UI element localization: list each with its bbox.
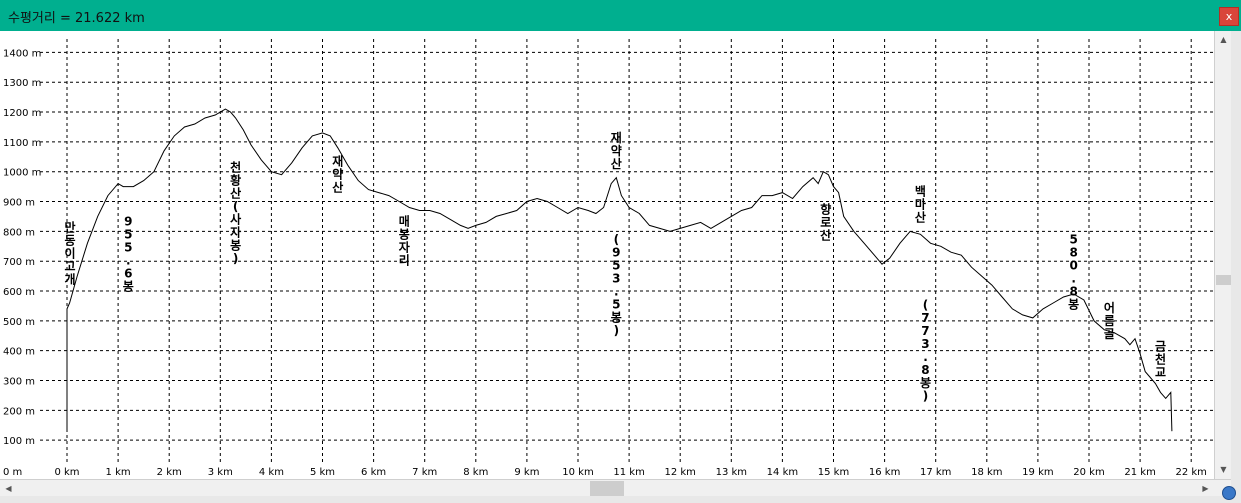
x-tick-label: 2 km (157, 467, 182, 478)
peak-annotation: 어름골 (1104, 300, 1115, 341)
x-tick-label: 13 km (716, 467, 747, 478)
close-button[interactable]: x (1219, 7, 1239, 26)
y-tick-label: 100 m (3, 436, 35, 447)
y-tick-label: 1400 m (3, 48, 41, 59)
x-tick-label: 20 km (1073, 467, 1104, 478)
peak-annotation: 재약산 (332, 155, 343, 195)
x-tick-label: 0 km (54, 467, 79, 478)
x-tick-label: 15 km (818, 467, 849, 478)
x-tick-label: 6 km (361, 467, 386, 478)
x-tick-label: 1 km (106, 467, 131, 478)
peak-annotation: 955.6봉 (123, 214, 134, 293)
y-tick-label: 1300 m (3, 78, 41, 89)
x-tick-label: 4 km (259, 467, 284, 478)
y-tick-label: 300 m (3, 377, 35, 388)
peak-annotation: 천 황 산(사 자 봉) (230, 160, 241, 266)
horizontal-scroll-thumb[interactable] (590, 481, 624, 496)
y-tick-label: 1100 m (3, 138, 41, 149)
origin-label: 0 m (3, 467, 22, 478)
window-titlebar: 수평거리 = 21.622 km x (0, 0, 1241, 31)
window-title: 수평거리 = 21.622 km (8, 11, 145, 26)
peak-annotation: 만동이고개 (65, 219, 76, 286)
x-tick-label: 19 km (1022, 467, 1053, 478)
x-tick-label: 14 km (767, 467, 798, 478)
scroll-right-icon[interactable]: ▶ (1198, 481, 1213, 496)
peak-annotation: 재약산 (611, 131, 622, 171)
x-tick-label: 16 km (869, 467, 900, 478)
x-tick-label: 5 km (310, 467, 335, 478)
y-tick-label: 900 m (3, 198, 35, 209)
peak-annotation: 금천교 (1155, 340, 1166, 380)
window-right-edge (1231, 31, 1241, 503)
y-tick-label: 600 m (3, 287, 35, 298)
x-tick-label: 8 km (463, 467, 488, 478)
y-tick-label: 800 m (3, 227, 35, 238)
x-tick-label: 10 km (562, 467, 593, 478)
x-tick-label: 12 km (664, 467, 695, 478)
y-tick-label: 500 m (3, 317, 35, 328)
x-tick-label: 17 km (920, 467, 951, 478)
y-tick-label: 1000 m (3, 168, 41, 179)
elevation-chart-svg: 0 km 1 km 2 km 3 km 4 km 5 km 6 km 7 km 8 km 9 km… (3, 39, 1214, 478)
y-tick-label: 700 m (3, 257, 35, 268)
x-tick-label: 21 km (1124, 467, 1155, 478)
y-tick-label: 200 m (3, 406, 35, 417)
peak-annotation: 580.8봉 (1068, 232, 1079, 311)
window-bottom-edge (0, 496, 1231, 503)
x-tick-label: 11 km (613, 467, 644, 478)
x-tick-label: 7 km (412, 467, 437, 478)
scroll-up-icon[interactable]: ▲ (1216, 32, 1231, 47)
peak-annotation: (7 7 3. 8 봉) (920, 298, 931, 403)
scroll-left-icon[interactable]: ◀ (1, 481, 16, 496)
x-tick-label: 3 km (208, 467, 233, 478)
y-tick-label: 400 m (3, 347, 35, 358)
horizontal-scrollbar[interactable]: ◀ ▶ (0, 479, 1231, 497)
peak-annotation: 매봉자리 (399, 213, 410, 267)
x-tick-label: 22 km (1175, 467, 1206, 478)
vertical-scroll-thumb[interactable] (1216, 275, 1231, 285)
peak-annotation: 향로산 (820, 201, 831, 242)
peak-annotation: (9 5 3. 5 봉) (611, 232, 622, 337)
x-tick-label: 9 km (514, 467, 539, 478)
x-tick-label: 18 km (971, 467, 1002, 478)
elevation-chart: 0 km 1 km 2 km 3 km 4 km 5 km 6 km 7 km 8 km 9 km… (0, 31, 1214, 479)
globe-icon[interactable] (1222, 486, 1236, 500)
peak-annotation: 백마산 (915, 184, 926, 225)
vertical-scrollbar[interactable]: ▲ ▼ (1214, 31, 1232, 479)
y-tick-label: 1200 m (3, 108, 41, 119)
scroll-down-icon[interactable]: ▼ (1216, 462, 1231, 477)
